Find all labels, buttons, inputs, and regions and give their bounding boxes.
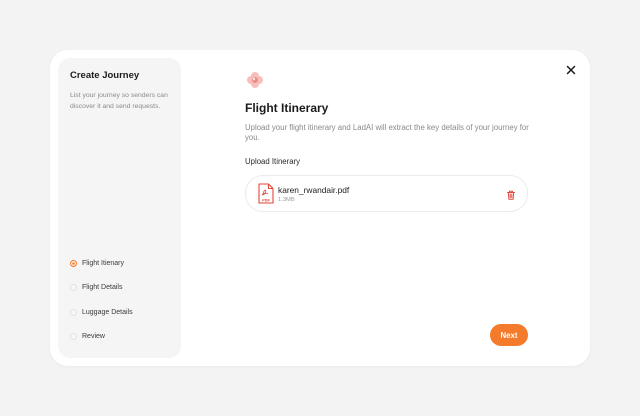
pdf-badge: PDF <box>262 198 270 202</box>
sidebar-title: Create Journey <box>70 70 140 81</box>
create-journey-modal: Create Journey List your journey so send… <box>50 50 590 366</box>
next-button[interactable]: Next <box>490 324 528 346</box>
sidebar: Create Journey List your journey so send… <box>58 58 181 358</box>
step-review[interactable]: Review <box>70 325 133 350</box>
step-flight-details[interactable]: Flight Details <box>70 276 133 301</box>
step-luggage-details[interactable]: Luggage Details <box>70 300 133 325</box>
step-flight-itinerary[interactable]: Flight Itienary <box>70 251 133 276</box>
page-description: Upload your flight itinerary and LadAI w… <box>245 123 529 142</box>
uploaded-file-card: PDF karen_rwandair.pdf 1.3MB <box>245 175 528 212</box>
step-radio-icon <box>70 333 77 341</box>
upload-label: Upload Itinerary <box>245 157 301 166</box>
close-icon[interactable] <box>565 63 577 75</box>
sidebar-description: List your journey so senders can discove… <box>70 92 168 110</box>
step-label: Review <box>82 333 105 341</box>
step-radio-icon <box>70 284 77 292</box>
step-radio-icon <box>70 308 77 316</box>
step-label: Luggage Details <box>82 308 133 316</box>
page-title: Flight Itinerary <box>245 101 329 115</box>
flower-logo-icon <box>245 70 265 90</box>
step-radio-icon <box>70 259 77 267</box>
file-name: karen_rwandair.pdf <box>278 185 350 195</box>
trash-icon[interactable] <box>505 188 517 200</box>
file-size: 1.3MB <box>278 197 295 203</box>
step-list: Flight Itienary Flight Details Luggage D… <box>70 251 133 349</box>
step-label: Flight Itienary <box>82 259 125 267</box>
step-label: Flight Details <box>82 284 123 292</box>
pdf-icon: PDF <box>258 183 274 204</box>
